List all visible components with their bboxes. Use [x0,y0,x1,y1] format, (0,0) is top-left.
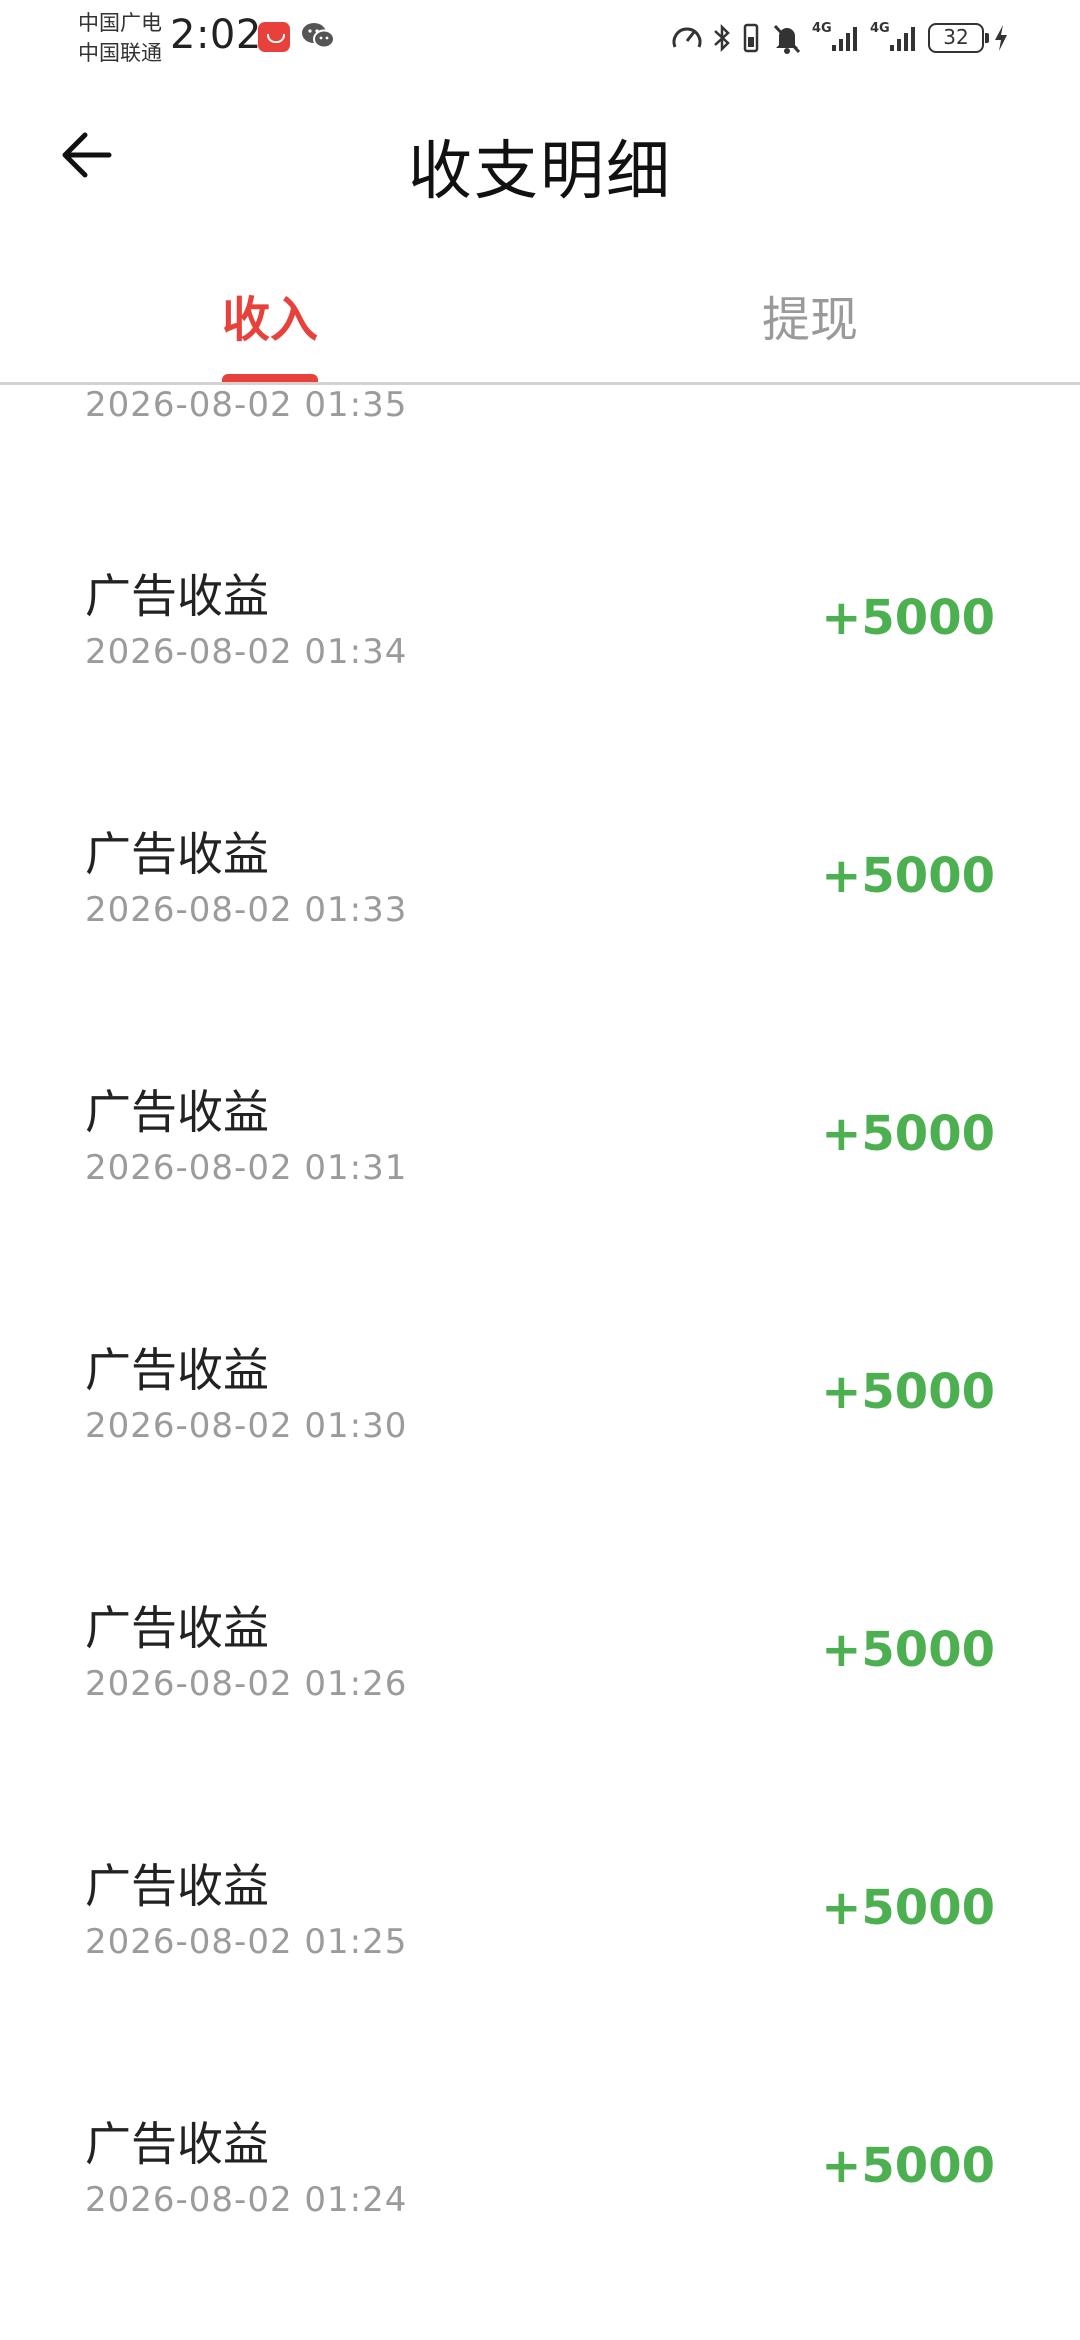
record-amount: +5000 [821,590,995,646]
vibrate-icon [743,23,759,53]
transaction-list[interactable]: 2026-08-02 01:35 广告收益 2026-08-02 01:34 +… [0,385,1080,2340]
record-amount: +5000 [821,1364,995,1420]
record-time: 2026-08-02 01:31 [85,1148,408,1188]
bluetooth-icon [714,23,730,53]
status-time: 2:02 [170,12,262,58]
record-title: 广告收益 [85,1859,269,1913]
list-item: 广告收益 2026-08-02 01:31 +5000 [0,1076,1080,1334]
record-time: 2026-08-02 01:30 [85,1406,408,1446]
status-bar: 中国广电 中国联通 2:02 4G 4G 32 [0,0,1080,80]
partial-record-time: 2026-08-02 01:35 [85,385,408,425]
tab-withdraw[interactable]: 提现 [540,280,1080,350]
record-title: 广告收益 [85,1085,269,1139]
carrier-2: 中国联通 [78,41,162,65]
record-amount: +5000 [821,1622,995,1678]
record-title: 广告收益 [85,1343,269,1397]
signal-2: 4G [870,21,920,55]
record-title: 广告收益 [85,569,269,623]
record-time: 2026-08-02 01:26 [85,1664,408,1704]
record-amount: +5000 [821,1880,995,1936]
list-item: 广告收益 2026-08-02 01:24 +5000 [0,2108,1080,2340]
record-amount: +5000 [821,848,995,904]
signal-1: 4G [812,21,862,55]
page-title: 收支明细 [408,135,672,209]
record-amount: +5000 [821,2138,995,2194]
list-item: 广告收益 2026-08-02 01:26 +5000 [0,1592,1080,1850]
bell-muted-icon [773,24,801,54]
record-title: 广告收益 [85,2117,269,2171]
record-title: 广告收益 [85,827,269,881]
list-item: 广告收益 2026-08-02 01:33 +5000 [0,818,1080,1076]
carrier-1: 中国广电 [78,11,162,35]
status-icons: 4G 4G 32 [670,18,1010,58]
charging-icon [995,25,1007,51]
carrier-info: 中国广电 中国联通 [78,8,162,68]
shopping-bag-icon [258,22,290,52]
record-time: 2026-08-02 01:25 [85,1922,408,1962]
list-item: 广告收益 2026-08-02 01:34 +5000 [0,560,1080,818]
list-item: 广告收益 2026-08-02 01:30 +5000 [0,1334,1080,1592]
record-time: 2026-08-02 01:24 [85,2180,408,2220]
battery-indicator: 32 [928,23,989,53]
tab-bar: 收入 提现 [0,250,1080,384]
signal-bars-icon [832,27,857,51]
record-time: 2026-08-02 01:34 [85,632,408,672]
tab-income[interactable]: 收入 [0,280,540,350]
app-header: 收支明细 [0,80,1080,250]
record-amount: +5000 [821,1106,995,1162]
wechat-icon [302,23,335,49]
record-time: 2026-08-02 01:33 [85,890,408,930]
record-title: 广告收益 [85,1601,269,1655]
signal-bars-icon [890,27,915,51]
list-item: 广告收益 2026-08-02 01:25 +5000 [0,1850,1080,2108]
speedometer-icon [672,27,702,48]
